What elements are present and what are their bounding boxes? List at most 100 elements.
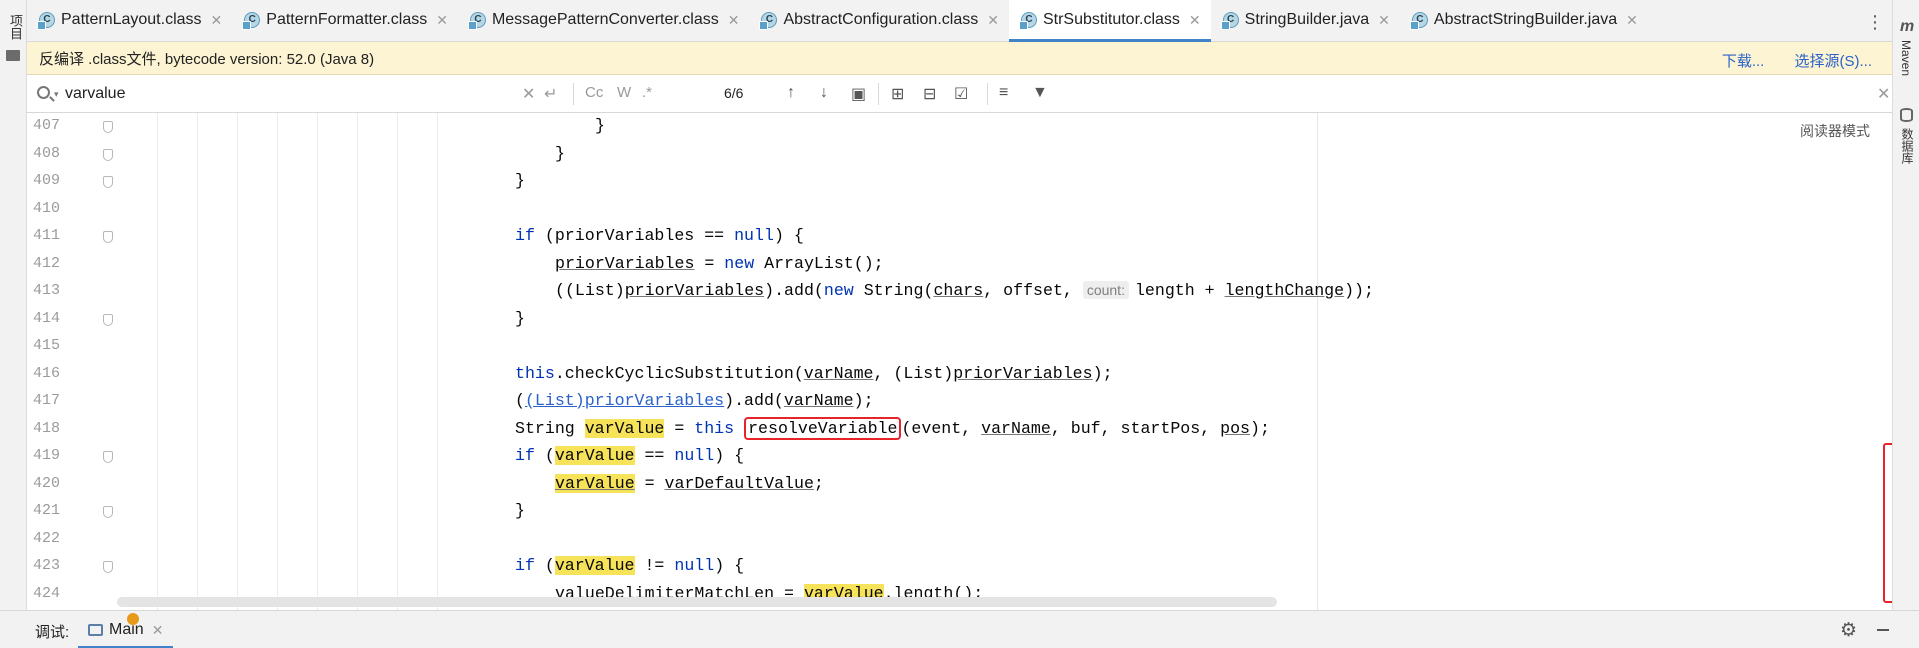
fold-marker-icon[interactable] <box>103 231 113 243</box>
code-line: 420 varValue = varDefaultValue; <box>27 471 1892 499</box>
run-tab-label: Main <box>109 621 144 638</box>
debug-tool-window-bar: 调试: Main ✕ ⚙ <box>0 610 1919 648</box>
class-icon: C <box>467 12 486 30</box>
select-all-cursors-icon[interactable]: ☑ <box>954 84 968 104</box>
code-text: } <box>595 116 605 135</box>
line-number: 421 <box>32 502 60 519</box>
line-number: 417 <box>32 392 60 409</box>
line-number: 415 <box>32 337 60 354</box>
code-line: 414 } <box>27 306 1892 334</box>
tab-abstractconfiguration[interactable]: C AbstractConfiguration.class ✕ <box>749 0 1009 41</box>
database-tool-label[interactable]: 数据库 <box>1899 128 1916 164</box>
code-line: 423 if (varValue != null) { <box>27 553 1892 581</box>
gear-icon[interactable]: ⚙ <box>1840 619 1857 642</box>
download-sources-link[interactable]: 下载... <box>1722 53 1765 70</box>
maven-icon[interactable]: m <box>1900 18 1914 36</box>
fold-marker-icon[interactable] <box>103 313 113 326</box>
class-icon: C <box>242 12 261 30</box>
filter-icon[interactable]: ▼ <box>1032 84 1048 102</box>
filter-options-icon[interactable]: ≡ <box>999 84 1008 102</box>
minimize-icon[interactable] <box>1877 629 1889 631</box>
close-icon[interactable]: ✕ <box>152 622 164 639</box>
clear-search-icon[interactable]: ✕ <box>522 84 535 104</box>
select-all-occurrences-icon[interactable]: ▣ <box>851 84 866 104</box>
fold-marker-icon[interactable] <box>103 121 113 133</box>
code-text: } <box>515 308 525 328</box>
regex-toggle[interactable]: .* <box>642 84 652 101</box>
line-number: 422 <box>32 529 60 547</box>
search-icon[interactable] <box>37 86 50 99</box>
divider <box>987 83 988 105</box>
line-number: 414 <box>32 309 60 327</box>
next-occurrence-icon[interactable]: ↓ <box>820 84 828 102</box>
debug-session-icon <box>88 624 103 636</box>
fold-marker-icon[interactable] <box>103 148 113 161</box>
code-text: priorVariables = new ArrayList(); <box>555 253 884 273</box>
tab-messagepatternconverter[interactable]: C MessagePatternConverter.class ✕ <box>458 0 750 41</box>
fold-marker-icon[interactable] <box>103 506 113 518</box>
notice-text: 反编译 .class文件, bytecode version: 52.0 (Ja… <box>39 50 375 68</box>
tab-label: PatternLayout.class <box>61 11 202 28</box>
choose-sources-link[interactable]: 选择源(S)... <box>1795 53 1873 70</box>
tab-label: MessagePatternConverter.class <box>491 11 719 28</box>
search-match: varValue <box>555 473 635 493</box>
tab-abstractstringbuilder[interactable]: C AbstractStringBuilder.java ✕ <box>1400 0 1648 41</box>
close-find-bar-icon[interactable]: ✕ <box>1877 84 1890 104</box>
code-line: 409 } <box>27 168 1892 196</box>
line-number: 408 <box>32 144 60 162</box>
line-number: 407 <box>32 117 60 134</box>
tab-strsubstitutor[interactable]: C StrSubstitutor.class ✕ <box>1008 0 1211 42</box>
new-line-icon[interactable]: ↵ <box>544 84 557 104</box>
tab-main-debug[interactable]: Main ✕ <box>78 611 174 648</box>
tab-stringbuilder[interactable]: C StringBuilder.java ✕ <box>1211 0 1400 41</box>
project-tool-label[interactable]: 项目 <box>6 14 25 40</box>
close-icon[interactable]: ✕ <box>1378 12 1390 29</box>
debug-label: 调试: <box>35 624 70 641</box>
code-text: if (varValue != null) { <box>515 556 745 575</box>
database-icon[interactable] <box>1900 108 1913 122</box>
code-text: } <box>555 143 565 163</box>
code-line: 417 ((List)priorVariables).add(varName); <box>27 388 1892 416</box>
close-icon[interactable]: ✕ <box>211 12 223 29</box>
class-icon: C <box>1018 12 1037 30</box>
line-number: 410 <box>32 199 60 217</box>
code-line: 415 <box>27 333 1892 361</box>
match-case-toggle[interactable]: Cc <box>585 84 603 101</box>
tab-patternlayout[interactable]: C PatternLayout.class ✕ <box>27 0 232 41</box>
search-history-chevron-icon[interactable]: ▾ <box>54 89 59 100</box>
code-line: 416 this.checkCyclicSubstitution(varName… <box>27 361 1892 389</box>
line-number: 420 <box>32 474 60 492</box>
add-cursor-icon[interactable]: ⊞ <box>891 84 904 104</box>
code-text: ((List)priorVariables).add(new String(ch… <box>555 281 1374 300</box>
remove-cursor-icon[interactable]: ⊟ <box>923 84 936 104</box>
close-icon[interactable]: ✕ <box>1626 12 1638 29</box>
highlighted-method-box: resolveVariable <box>744 416 902 440</box>
tab-label: AbstractStringBuilder.java <box>1433 11 1618 28</box>
fold-marker-icon[interactable] <box>103 176 113 188</box>
fold-marker-icon[interactable] <box>103 561 113 573</box>
line-number: 409 <box>32 172 60 189</box>
code-line: 421 } <box>27 498 1892 526</box>
close-icon[interactable]: ✕ <box>728 12 740 29</box>
search-input[interactable] <box>65 83 525 105</box>
find-bar: ▾ ✕ ↵ Cc W .* 6/6 ↑ ↓ ▣ ⊞ ⊟ ☑ ≡ ▼ ✕ <box>27 75 1892 113</box>
line-number: 423 <box>32 557 60 574</box>
close-icon[interactable]: ✕ <box>1189 12 1201 29</box>
whole-word-toggle[interactable]: W <box>617 84 631 101</box>
class-icon: C <box>1409 12 1428 30</box>
tab-label: AbstractConfiguration.class <box>783 11 979 28</box>
line-number: 424 <box>32 584 60 602</box>
folder-icon[interactable] <box>6 50 20 61</box>
horizontal-scrollbar[interactable] <box>117 597 1277 607</box>
code-text: this.checkCyclicSubstitution(varName, (L… <box>515 363 1113 383</box>
search-match: varValue <box>584 418 665 438</box>
tab-patternformatter[interactable]: C PatternFormatter.class ✕ <box>232 0 458 41</box>
fold-marker-icon[interactable] <box>103 451 113 463</box>
close-icon[interactable]: ✕ <box>436 12 448 29</box>
close-icon[interactable]: ✕ <box>987 12 999 29</box>
more-tabs-icon[interactable]: ⋮ <box>1866 12 1884 33</box>
maven-tool-label[interactable]: Maven <box>1899 40 1913 76</box>
code-editor[interactable]: 阅读器模式 407 } 408 } 409 } 410 411 if (prio… <box>27 113 1892 610</box>
line-number: 416 <box>32 364 60 382</box>
previous-occurrence-icon[interactable]: ↑ <box>787 84 795 102</box>
